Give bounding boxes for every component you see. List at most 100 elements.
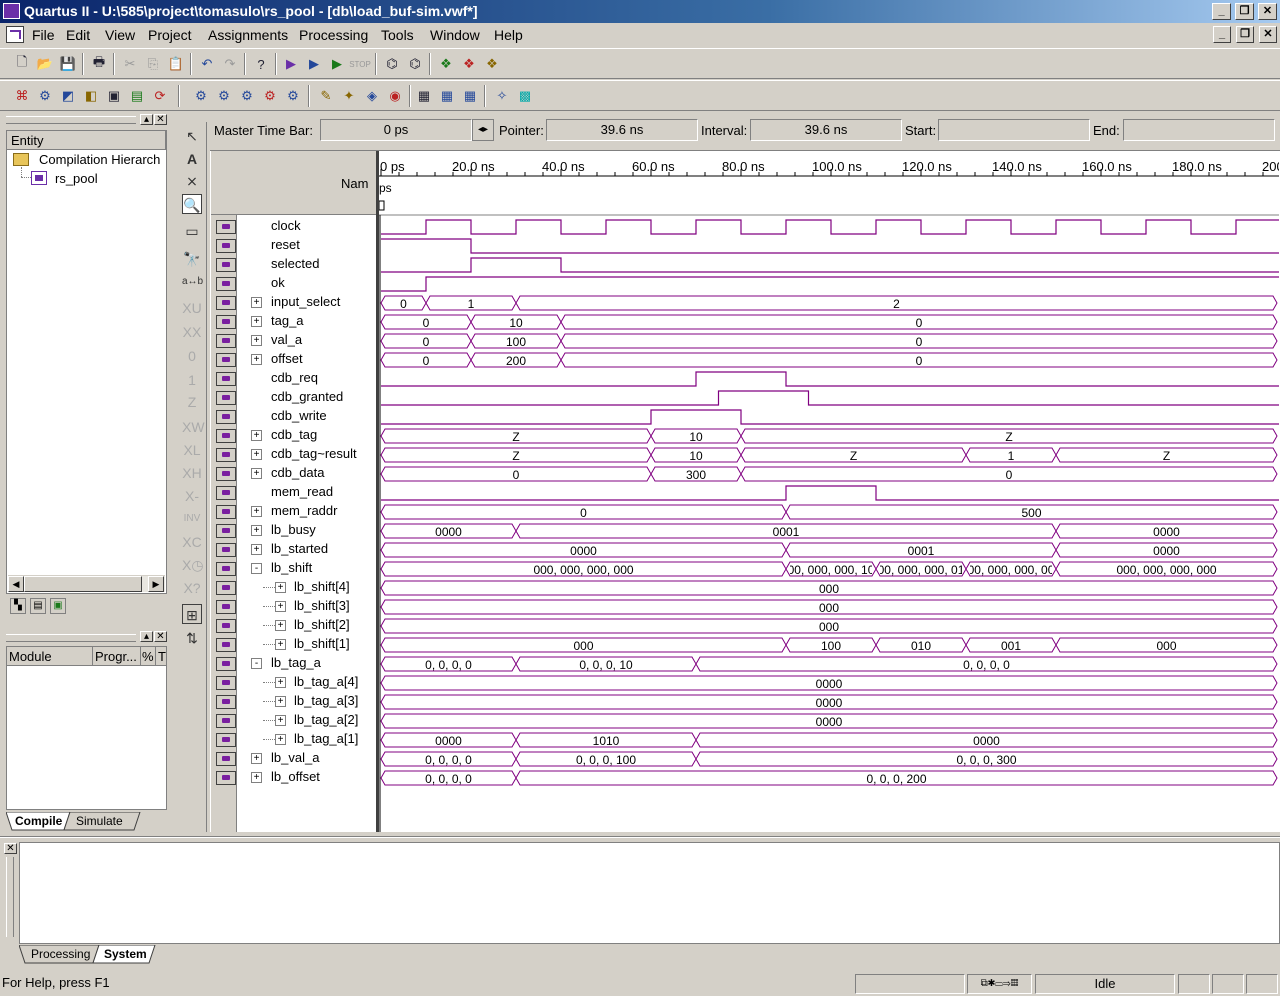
- netlist-icon[interactable]: ▦: [414, 86, 434, 106]
- menu-assignments[interactable]: Assignments: [208, 27, 288, 43]
- undo-icon[interactable]: ↶: [197, 54, 217, 74]
- start-compilation-icon[interactable]: ▶: [281, 54, 301, 74]
- wand-icon[interactable]: ✦: [339, 86, 359, 106]
- expand-icon[interactable]: +: [251, 468, 262, 479]
- stop-icon[interactable]: STOP: [349, 54, 371, 74]
- mdi-minimize-button[interactable]: _: [1213, 26, 1231, 43]
- compilation-hierarchy-item[interactable]: Compilation Hierarch: [39, 152, 160, 167]
- new-file-icon[interactable]: 🗋: [12, 54, 32, 74]
- expand-icon[interactable]: +: [251, 772, 262, 783]
- status-panel-close-button[interactable]: ✕: [154, 631, 167, 642]
- weak-unknown-icon[interactable]: XW: [182, 417, 205, 437]
- menu-view[interactable]: View: [105, 27, 135, 43]
- expand-icon[interactable]: +: [275, 715, 286, 726]
- restore-button[interactable]: ❐: [1235, 3, 1254, 20]
- assignment-editor-icon[interactable]: ◧: [81, 86, 101, 106]
- forcing-high-icon[interactable]: 1: [182, 370, 202, 390]
- menu-tools[interactable]: Tools: [381, 27, 414, 43]
- expand-icon[interactable]: +: [251, 316, 262, 327]
- cut-icon[interactable]: ✂: [120, 54, 140, 74]
- module-column-header[interactable]: Module: [7, 647, 93, 666]
- expand-icon[interactable]: +: [251, 753, 262, 764]
- simulation-report-icon[interactable]: ⌬: [405, 54, 425, 74]
- invert-icon[interactable]: INV: [182, 509, 202, 529]
- expand-icon[interactable]: +: [251, 335, 262, 346]
- scroll-right-icon[interactable]: ▶: [148, 576, 164, 592]
- expand-icon[interactable]: +: [275, 734, 286, 745]
- expand-icon[interactable]: +: [275, 696, 286, 707]
- expand-icon[interactable]: +: [251, 297, 262, 308]
- expand-icon[interactable]: +: [275, 601, 286, 612]
- save-icon[interactable]: 💾: [58, 54, 78, 74]
- scroll-left-icon[interactable]: ◀: [8, 576, 24, 592]
- signal-row[interactable]: ok: [212, 274, 378, 293]
- expand-icon[interactable]: +: [275, 677, 286, 688]
- forcing-low-icon[interactable]: 0: [182, 346, 202, 366]
- signal-row[interactable]: + lb_offset: [212, 768, 378, 787]
- minimize-button[interactable]: _: [1212, 3, 1231, 20]
- waveform-display[interactable]: 0 ps 20.0 ns 40.0 ns 60.0 ns 80.0 ns 100.0 ns…: [379, 151, 1279, 832]
- menu-edit[interactable]: Edit: [66, 27, 90, 43]
- messages-close-button[interactable]: ✕: [4, 843, 17, 854]
- weak-low-icon[interactable]: XL: [182, 440, 202, 460]
- menu-help[interactable]: Help: [494, 27, 523, 43]
- table-icon[interactable]: ▤: [127, 86, 147, 106]
- arbitrary-value-icon[interactable]: X?: [182, 578, 202, 598]
- signal-row[interactable]: - lb_tag_a: [212, 654, 378, 673]
- refresh-icon[interactable]: ⟳: [150, 86, 170, 106]
- expand-icon[interactable]: +: [251, 506, 262, 517]
- menu-window[interactable]: Window: [430, 27, 480, 43]
- signal-row[interactable]: selected: [212, 255, 378, 274]
- signal-row[interactable]: + lb_tag_a[1]: [212, 730, 378, 749]
- menu-file[interactable]: File: [32, 27, 55, 43]
- signal-row[interactable]: + lb_val_a: [212, 749, 378, 768]
- signal-row[interactable]: + mem_raddr: [212, 502, 378, 521]
- close-button[interactable]: ✕: [1258, 3, 1277, 20]
- entity-column-header[interactable]: Entity: [7, 131, 166, 150]
- open-folder-icon[interactable]: 📂: [35, 54, 55, 74]
- signal-row[interactable]: cdb_req: [212, 369, 378, 388]
- signal-row[interactable]: cdb_granted: [212, 388, 378, 407]
- expand-icon[interactable]: +: [275, 582, 286, 593]
- paste-icon[interactable]: 📋: [166, 54, 186, 74]
- status-panel-maximize-button[interactable]: ▴: [140, 631, 153, 642]
- signal-row[interactable]: + lb_shift[3]: [212, 597, 378, 616]
- tech-viewer-icon[interactable]: ▦: [460, 86, 480, 106]
- collapse-icon[interactable]: -: [251, 658, 262, 669]
- signal-row[interactable]: + offset: [212, 350, 378, 369]
- hierarchy-view-icon[interactable]: ▚: [10, 598, 26, 614]
- signal-row[interactable]: clock: [212, 217, 378, 236]
- sort-icon[interactable]: ⇅: [182, 628, 202, 648]
- signal-tap-icon[interactable]: ◉: [385, 86, 405, 106]
- signal-row[interactable]: + lb_started: [212, 540, 378, 559]
- expand-icon[interactable]: +: [251, 354, 262, 365]
- signal-row[interactable]: + lb_shift[4]: [212, 578, 378, 597]
- signal-row[interactable]: + lb_tag_a[3]: [212, 692, 378, 711]
- fitter-icon[interactable]: ⚙: [214, 86, 234, 106]
- signal-row[interactable]: + input_select: [212, 293, 378, 312]
- timing-icon[interactable]: ⚙: [260, 86, 280, 106]
- uninitialized-icon[interactable]: XU: [182, 298, 202, 318]
- time-bar-arrows-icon[interactable]: ◂▸: [472, 119, 494, 141]
- full-screen-icon[interactable]: ▭: [182, 221, 202, 241]
- ram-editor-icon[interactable]: ▣: [104, 86, 124, 106]
- diamond-icon[interactable]: ◈: [362, 86, 382, 106]
- settings-icon[interactable]: ❖: [436, 54, 456, 74]
- menu-processing[interactable]: Processing: [299, 27, 368, 43]
- signal-row[interactable]: + cdb_tag~result: [212, 445, 378, 464]
- high-impedance-icon[interactable]: Z: [182, 392, 202, 412]
- snap-to-grid-icon[interactable]: ⊞: [182, 604, 202, 624]
- files-view-icon[interactable]: ▤: [30, 598, 46, 614]
- signal-row[interactable]: - lb_shift: [212, 559, 378, 578]
- copy-icon[interactable]: ⎘: [143, 54, 163, 74]
- replace-icon[interactable]: a↔b: [182, 272, 203, 292]
- programmer-icon[interactable]: ▩: [515, 86, 535, 106]
- rtl-viewer-icon[interactable]: ▦: [437, 86, 457, 106]
- text-tool-icon[interactable]: A: [182, 149, 202, 169]
- progress-column-header[interactable]: Progr...: [93, 647, 141, 666]
- hierarchy-icon[interactable]: ⚙: [35, 86, 55, 106]
- time-column-header[interactable]: T: [156, 647, 166, 666]
- signal-row[interactable]: + cdb_tag: [212, 426, 378, 445]
- start-simulation-icon[interactable]: ▶: [327, 54, 347, 74]
- mdi-restore-button[interactable]: ❐: [1236, 26, 1254, 43]
